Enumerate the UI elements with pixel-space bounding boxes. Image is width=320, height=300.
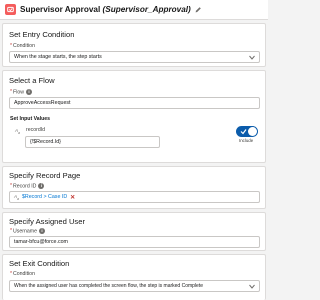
username-label-text: Username [13,228,37,235]
approval-step-icon [5,4,16,15]
flow-label-text: Flow [13,89,24,96]
record-id-pill: $Record > Case ID [21,194,68,200]
chevron-down-icon [249,55,255,60]
record-id-label-text: Record ID [13,183,37,190]
include-label: Include [239,138,254,143]
edit-pencil-icon[interactable] [194,6,202,14]
flow-title: Select a Flow [9,76,55,85]
info-icon[interactable]: i [25,89,32,95]
exit-condition-label: *Condition [10,271,35,277]
username-value: tamar-bfcu@force.com [14,239,68,245]
input-type-icon: Aa [15,128,20,135]
flow-section: Select a Flow *Flow i ApproveAccessReques… [2,70,266,163]
step-title: Supervisor Approval (Supervisor_Approval… [20,5,191,14]
input-value: {!$Record.Id} [30,139,61,145]
step-label: Supervisor Approval [20,5,101,14]
exit-condition-select[interactable]: When the assigned user has completed the… [9,280,260,292]
entry-condition-label: *Condition [10,43,35,49]
username-input[interactable]: tamar-bfcu@force.com [9,236,260,248]
assigned-user-title: Specify Assigned User [9,217,85,226]
check-icon [240,129,247,135]
chevron-down-icon [249,284,255,289]
assigned-user-section: Specify Assigned User *Username i tamar-b… [2,212,266,251]
record-id-field[interactable]: Aa $Record > Case ID ✕ [9,191,260,203]
info-icon[interactable]: i [38,228,45,234]
include-toggle[interactable] [236,126,258,137]
input-name-label: recordId [26,127,46,133]
flow-value: ApproveAccessRequest [14,100,71,106]
info-icon[interactable]: i [38,183,45,189]
flow-input[interactable]: ApproveAccessRequest [9,97,260,109]
input-values-title: Set Input Values [10,116,51,122]
entry-condition-value: When the stage starts, the step starts [14,54,102,60]
username-label: *Username i [10,228,45,234]
exit-condition-section: Set Exit Condition *Condition When the a… [2,254,266,300]
input-value-field[interactable]: {!$Record.Id} [25,136,160,148]
exit-condition-value: When the assigned user has completed the… [14,283,203,289]
entry-condition-title: Set Entry Condition [9,30,75,39]
flow-label: *Flow i [10,89,32,95]
record-page-title: Specify Record Page [9,171,81,180]
exit-condition-title: Set Exit Condition [9,259,70,268]
toggle-knob [248,127,257,136]
entry-condition-select[interactable]: When the stage starts, the step starts [9,51,260,63]
step-api-name: (Supervisor_Approval) [102,5,191,14]
entry-condition-label-text: Condition [13,43,35,49]
resource-type-icon: Aa [14,193,19,201]
panel-header: Supervisor Approval (Supervisor_Approval… [0,0,268,20]
record-page-section: Specify Record Page *Record ID i Aa $Reco… [2,166,266,209]
record-id-label: *Record ID i [10,183,45,190]
entry-condition-section: Set Entry Condition *Condition When the … [2,23,266,67]
close-icon[interactable]: ✕ [70,194,75,201]
exit-condition-label-text: Condition [13,271,35,277]
